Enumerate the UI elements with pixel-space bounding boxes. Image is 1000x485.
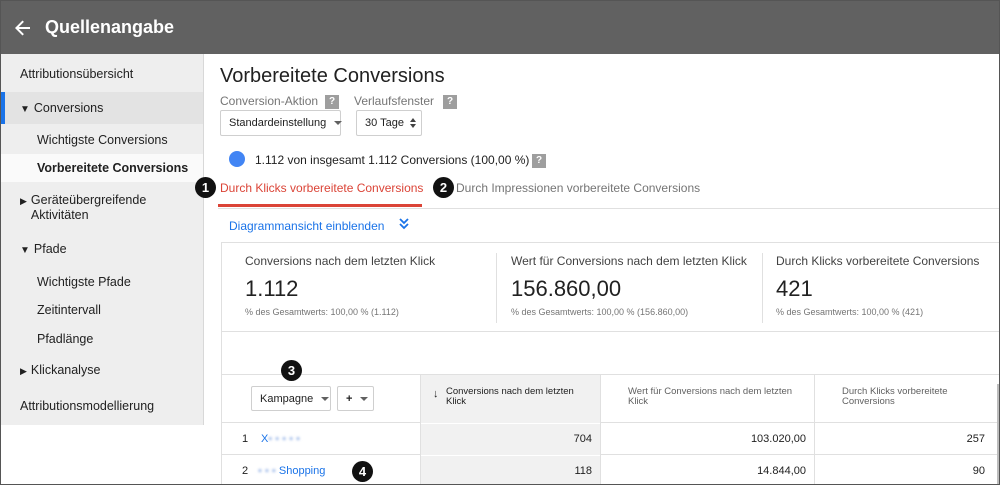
sidebar-item-conversions[interactable]: ▼ Conversions: [1, 101, 203, 115]
metric-card: Conversions nach dem letzten Klick 1.112…: [222, 243, 496, 333]
help-icon[interactable]: ?: [325, 95, 339, 109]
sidebar-item-cross-device[interactable]: ▶ Geräteübergreifende Aktivitäten: [1, 193, 203, 223]
triangle-right-icon: ▶: [20, 196, 27, 206]
double-chevron-down-icon[interactable]: [398, 217, 410, 231]
column-header-assisted-conversions[interactable]: Durch Klicks vorbereitete Conversions: [842, 375, 982, 423]
redacted-text: ▪ ▪ ▪ ▪ ▪: [268, 433, 301, 445]
campaign-link[interactable]: X▪ ▪ ▪ ▪ ▪: [261, 424, 331, 455]
chevron-down-icon: [321, 396, 330, 401]
cell-last-click-conversions: 118: [421, 456, 600, 484]
conversion-action-select[interactable]: Standardeinstellung: [220, 110, 343, 136]
table-spacer: [222, 332, 999, 375]
sidebar-nav: Attributionsübersicht ▼ Conversions Wicht…: [1, 54, 204, 425]
metric-card: Durch Klicks vorbereitete Conversions 42…: [763, 243, 999, 333]
metric-cards: Conversions nach dem letzten Klick 1.112…: [221, 242, 999, 333]
lookback-window-select[interactable]: 30 Tage: [356, 110, 422, 136]
series-dot-icon: [229, 151, 245, 167]
column-header-last-click-value[interactable]: Wert für Conversions nach dem letzten Kl…: [628, 375, 808, 423]
tab-impression-assisted[interactable]: Durch Impressionen vorbereitete Conversi…: [456, 181, 700, 195]
triangle-right-icon: ▶: [20, 366, 27, 376]
metric-card-value: 1.112: [245, 276, 299, 301]
sidebar-item-top-conversions[interactable]: Wichtigste Conversions: [1, 133, 203, 147]
table-header: Kampagne + ↓ Conversions nach dem letzte…: [222, 375, 999, 423]
top-app-bar: Quellenangabe: [1, 1, 999, 54]
cell-assisted-conversions: 257: [966, 433, 985, 445]
cell-last-click-value: 103.020,00: [750, 433, 806, 445]
metric-card-subtext: % des Gesamtwerts: 100,00 % (421): [776, 307, 924, 317]
chevron-down-icon: [334, 121, 343, 125]
metric-card-value: 421: [776, 276, 813, 301]
metric-card-subtext: % des Gesamtwerts: 100,00 % (1.112): [245, 307, 399, 317]
row-index: 1: [242, 433, 249, 445]
help-icon[interactable]: ?: [443, 95, 457, 109]
data-table: 3 Kampagne + ↓ Conversions nach dem letz…: [221, 332, 999, 484]
arrow-down-icon: ↓: [433, 388, 439, 400]
metric-card: Wert für Conversions nach dem letzten Kl…: [497, 243, 761, 333]
tabs-divider: [218, 208, 999, 209]
sort-arrows-icon: [409, 118, 416, 128]
window: Quellenangabe Attributionsübersicht ▼ Con…: [0, 0, 1000, 485]
help-icon[interactable]: ?: [532, 154, 546, 168]
annotation-badge-1: 1: [195, 177, 216, 198]
redacted-text: ▪ ▪ ▪: [258, 465, 276, 477]
dimension-select[interactable]: Kampagne: [251, 386, 331, 411]
sidebar-item-attribution-overview[interactable]: Attributionsübersicht: [1, 67, 203, 81]
table-row: 2 ▪ ▪ ▪ Shopping 4 118 14.844,00 90: [222, 456, 999, 484]
show-chart-link[interactable]: Diagrammansicht einblenden: [229, 219, 384, 233]
metric-card-subtext: % des Gesamtwerts: 100,00 % (156.860,00): [511, 307, 689, 317]
sidebar-item-time-lag[interactable]: Zeitintervall: [1, 303, 203, 317]
active-tab-indicator: [218, 204, 422, 207]
conversion-action-label: Conversion-Aktion: [220, 94, 319, 108]
metric-card-value: 156.860,00: [511, 276, 622, 301]
table-row: 1 X▪ ▪ ▪ ▪ ▪ 704 103.020,00 257: [222, 424, 999, 455]
triangle-down-icon: ▼: [20, 104, 30, 115]
triangle-down-icon: ▼: [20, 245, 30, 256]
cell-last-click-conversions: 704: [421, 424, 600, 455]
sidebar-item-top-paths[interactable]: Wichtigste Pfade: [1, 275, 203, 289]
sidebar-item-attribution-modeling[interactable]: Attributionsmodellierung: [1, 399, 203, 413]
lookback-label: Verlaufsfenster: [354, 94, 435, 108]
metric-card-title: Conversions nach dem letzten Klick: [245, 254, 436, 268]
tab-click-assisted[interactable]: Durch Klicks vorbereitete Conversions: [220, 181, 423, 195]
annotation-badge-4: 4: [352, 461, 373, 482]
main-content: Vorbereitete Conversions Conversion-Akti…: [195, 54, 999, 484]
column-header-last-click-conversions[interactable]: ↓ Conversions nach dem letzten Klick: [420, 375, 600, 423]
campaign-link[interactable]: ▪ ▪ ▪ Shopping: [258, 456, 348, 484]
row-index: 2: [242, 465, 249, 477]
arrow-left-icon[interactable]: [13, 18, 33, 38]
sidebar-item-click-analysis[interactable]: ▶ Klickanalyse: [1, 363, 203, 377]
sidebar-item-path-length[interactable]: Pfadlänge: [1, 332, 203, 346]
add-dimension-button[interactable]: +: [337, 386, 374, 411]
metric-card-title: Wert für Conversions nach dem letzten Kl…: [511, 254, 747, 268]
page-title: Vorbereitete Conversions: [220, 65, 445, 87]
sidebar-item-assisted-conversions[interactable]: Vorbereitete Conversions: [1, 154, 203, 182]
cell-last-click-value: 14.844,00: [757, 465, 806, 477]
metric-card-title: Durch Klicks vorbereitete Conversions: [776, 254, 980, 268]
annotation-badge-2: 2: [433, 177, 454, 198]
conversions-summary: 1.112 von insgesamt 1.112 Conversions (1…: [255, 153, 530, 167]
sidebar-item-paths[interactable]: ▼ Pfade: [1, 242, 203, 256]
page-header-title: Quellenangabe: [45, 17, 175, 37]
cell-assisted-conversions: 90: [972, 465, 985, 477]
chevron-down-icon: [360, 396, 369, 401]
